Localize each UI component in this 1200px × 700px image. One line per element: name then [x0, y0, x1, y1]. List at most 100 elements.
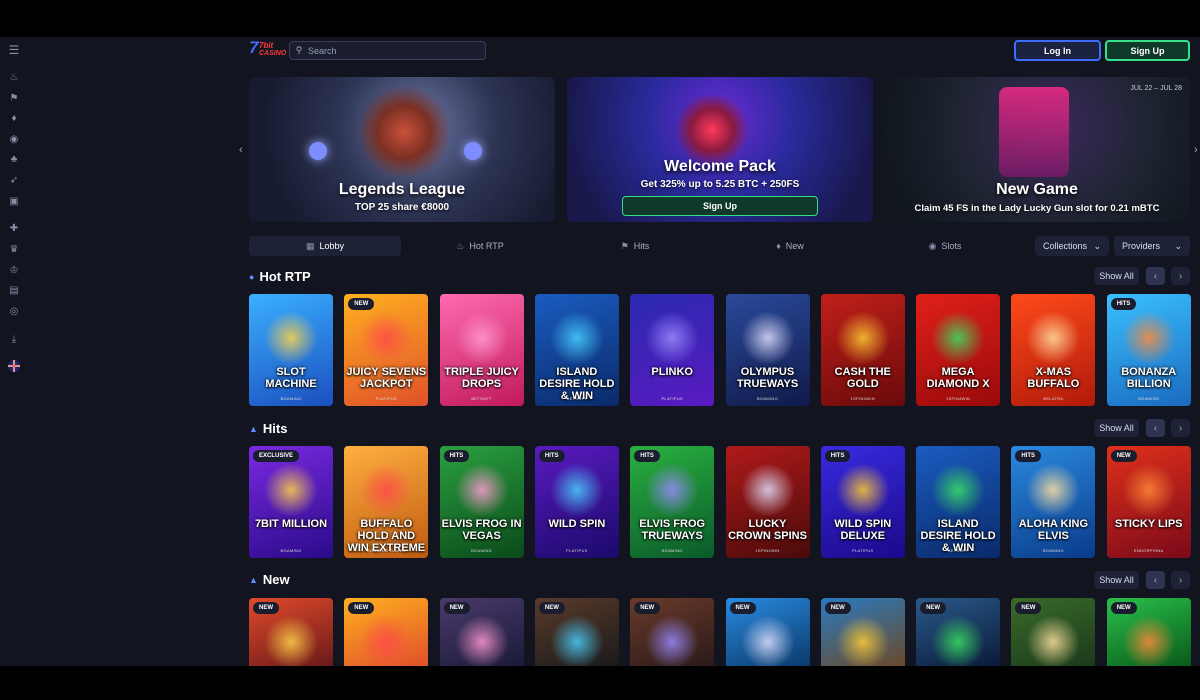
game-title: WILD SPIN [548, 518, 606, 530]
game-card[interactable]: NEW [439, 598, 524, 666]
game-badge: NEW [348, 298, 375, 310]
next-arrow-icon[interactable]: › [1171, 419, 1190, 437]
game-badge: HITS [1015, 450, 1042, 462]
banner-welcome-pack[interactable]: Welcome Pack Get 325% up to 5.25 BTC + 2… [567, 77, 873, 222]
game-card[interactable]: NEW [725, 598, 810, 666]
game-title: BONANZA BILLION [1121, 366, 1177, 390]
game-artwork [548, 464, 605, 516]
game-card[interactable]: LUCKY CROWN SPINS 1SPIN4WIN [725, 446, 810, 558]
game-card[interactable]: X-MAS BUFFALO BELATRA [1011, 294, 1096, 406]
game-card[interactable]: NEW JUICY SEVENS JACKPOT PLATIPUS [344, 294, 429, 406]
game-card[interactable]: NEW [249, 598, 333, 666]
support-icon[interactable]: ◎ [8, 306, 20, 318]
banner-prev-arrow[interactable]: ‹ [239, 144, 243, 156]
search-input[interactable] [308, 45, 478, 56]
game-card[interactable]: PLINKO PLATIPUS [630, 294, 715, 406]
banner-next-arrow[interactable]: › [1194, 144, 1198, 156]
banner-legends-league[interactable]: Legends League TOP 25 share €8000 [249, 77, 555, 222]
game-card[interactable]: NEW [820, 598, 905, 666]
banner-new-game[interactable]: JUL 22 – JUL 28 New Game Claim 45 FS in … [884, 77, 1190, 222]
game-card[interactable]: HITS ALOHA KING ELVIS BGAMING [1011, 446, 1096, 558]
game-artwork [453, 312, 510, 364]
game-artwork [644, 464, 701, 516]
slots-icon[interactable]: ◉ [8, 134, 20, 146]
lightning-orb [309, 142, 327, 160]
game-card[interactable]: HITS BONANZA BILLION BGAMING [1106, 294, 1191, 406]
game-title: WILD SPIN DELUXE [834, 518, 892, 542]
banner-title: New Game [996, 181, 1078, 198]
game-card[interactable]: HITS ELVIS FROG IN VEGAS BGAMING [439, 446, 524, 558]
game-badge: NEW [824, 602, 851, 614]
prev-arrow-icon[interactable]: ‹ [1146, 419, 1165, 437]
rocket-icon[interactable]: ➶ [8, 175, 20, 187]
logo-seven: 7 [249, 38, 259, 57]
game-card[interactable]: EXCLUSIVE 7BIT MILLION BGAMING [249, 446, 333, 558]
game-card[interactable]: OLYMPUS TRUEWAYS BGAMING [725, 294, 810, 406]
game-badge: NEW [1110, 450, 1137, 462]
banner-title: Welcome Pack [664, 158, 776, 175]
prev-arrow-icon[interactable]: ‹ [1146, 571, 1165, 589]
game-card[interactable]: SLOT MACHINE BGAMING [249, 294, 333, 406]
search-box[interactable]: ⚲ [289, 41, 486, 60]
next-arrow-icon[interactable]: › [1171, 571, 1190, 589]
game-row-new: NEW NEW NEW NEW NEW NEW NEW NEW NEW NEW [249, 598, 1191, 666]
show-all-button[interactable]: Show All [1094, 419, 1139, 437]
game-card[interactable]: ISLAND DESIRE HOLD & WIN BETSOFT [534, 294, 619, 406]
game-card[interactable]: HITS WILD SPIN DELUXE PLATIPUS [820, 446, 905, 558]
chevron-down-icon: ⌄ [1174, 240, 1182, 251]
game-artwork [1120, 464, 1177, 516]
next-arrow-icon[interactable]: › [1171, 267, 1190, 285]
menu-icon[interactable]: ☰ [8, 44, 20, 56]
game-card[interactable]: NEW [344, 598, 429, 666]
game-card[interactable]: BUFFALO HOLD AND WIN EXTREME BOOMING GAME… [344, 446, 429, 558]
banner-signup-button[interactable]: Sign Up [622, 196, 818, 216]
game-card[interactable]: CASH THE GOLD 1SPIN4WIN [820, 294, 905, 406]
providers-dropdown[interactable]: Providers ⌄ [1114, 236, 1190, 256]
game-card[interactable]: NEW [534, 598, 619, 666]
tab-new[interactable]: ♦ New [714, 236, 866, 256]
show-all-button[interactable]: Show All [1094, 267, 1139, 285]
game-card[interactable]: NEW [1106, 598, 1191, 666]
lobby-icon: ▦ [305, 240, 315, 251]
logo[interactable]: 7 7bit CASINO [249, 38, 286, 62]
gift-icon[interactable]: ✚ [8, 223, 20, 235]
language-flag-icon[interactable] [8, 360, 20, 372]
prev-arrow-icon[interactable]: ‹ [1146, 267, 1165, 285]
game-provider: BGAMING [661, 548, 683, 553]
cashier-icon[interactable]: ▤ [8, 285, 20, 297]
show-all-button[interactable]: Show All [1094, 571, 1139, 589]
banner-subtitle: Get 325% up to 5.25 BTC + 250FS [640, 179, 800, 190]
signup-button[interactable]: Sign Up [1105, 40, 1190, 61]
fire-icon[interactable]: ♨ [8, 72, 20, 84]
game-card[interactable]: HITS ELVIS FROG TRUEWAYS BGAMING [630, 446, 715, 558]
game-card[interactable]: NEW [630, 598, 715, 666]
table-games-icon[interactable]: ♣ [8, 154, 20, 166]
drops-icon[interactable]: ♦ [8, 113, 20, 125]
crown-icon[interactable]: ♔ [8, 265, 20, 277]
hits-icon[interactable]: ⚑ [8, 93, 20, 105]
game-artwork [739, 616, 796, 666]
logo-top-text: 7bit [259, 41, 274, 50]
game-card[interactable]: HITS WILD SPIN PLATIPUS [534, 446, 619, 558]
game-card[interactable]: MEGA DIAMOND X 1SPIN4WIN [916, 294, 1001, 406]
tab-hits[interactable]: ⚑ Hits [559, 236, 711, 256]
game-card[interactable]: NEW [916, 598, 1001, 666]
tab-lobby[interactable]: ▦ Lobby [249, 236, 401, 256]
game-provider: BETSOFT [471, 396, 492, 401]
download-icon[interactable]: ⤓ [8, 334, 20, 346]
game-card[interactable]: NEW STICKY LIPS ENDORPHINA [1106, 446, 1191, 558]
game-artwork [358, 616, 415, 666]
fire-icon: ● [249, 271, 255, 282]
live-icon[interactable]: ▣ [8, 196, 20, 208]
game-artwork [834, 464, 891, 516]
game-card[interactable]: TRIPLE JUICY DROPS BETSOFT [439, 294, 524, 406]
collections-dropdown[interactable]: Collections ⌄ [1035, 236, 1109, 256]
game-provider: BETSOFT [947, 548, 969, 553]
game-card[interactable]: ISLAND DESIRE HOLD & WIN BETSOFT [916, 446, 1001, 558]
game-card[interactable]: NEW [1011, 598, 1096, 666]
tab-hot-rtp[interactable]: ♨ Hot RTP [404, 236, 556, 256]
tab-slots[interactable]: ◉ Slots [869, 236, 1021, 256]
trophy-icon[interactable]: ♛ [8, 244, 20, 256]
game-title: OLYMPUS TRUEWAYS [736, 366, 799, 390]
login-button[interactable]: Log In [1014, 40, 1101, 61]
